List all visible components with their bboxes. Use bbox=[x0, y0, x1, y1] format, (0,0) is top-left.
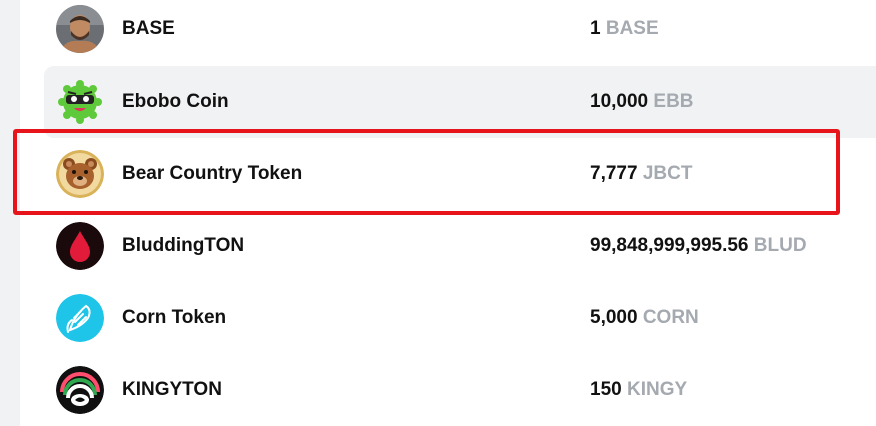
token-amount: 10,000 bbox=[590, 91, 649, 112]
token-amount: 1 bbox=[590, 18, 601, 39]
token-balance: 5,000 CORN bbox=[590, 282, 699, 354]
token-balance: 99,848,999,995.56 BLUD bbox=[590, 210, 807, 282]
token-balance: 150 KINGY bbox=[590, 354, 687, 426]
token-symbol: BASE bbox=[605, 18, 659, 39]
token-symbol: KINGY bbox=[626, 379, 688, 400]
corn-icon bbox=[56, 294, 104, 342]
token-amount: 99,848,999,995.56 bbox=[590, 235, 749, 256]
token-row-bluddington[interactable]: BluddingTON 99,848,999,995.56 BLUD bbox=[44, 210, 876, 282]
token-name: BluddingTON bbox=[122, 235, 245, 256]
token-symbol: EBB bbox=[653, 91, 694, 112]
token-row-base[interactable]: BASE 1 BASE bbox=[44, 0, 876, 65]
token-name: Ebobo Coin bbox=[122, 91, 229, 112]
token-amount: 7,777 bbox=[590, 163, 638, 184]
token-symbol: JBCT bbox=[642, 163, 693, 184]
kingy-icon bbox=[56, 366, 104, 414]
blood-drop-icon bbox=[56, 222, 104, 270]
token-amount: 5,000 bbox=[590, 307, 638, 328]
token-row-bear-country-token[interactable]: Bear Country Token 7,777 JBCT bbox=[44, 138, 876, 210]
token-name: Bear Country Token bbox=[122, 163, 303, 184]
token-symbol: BLUD bbox=[753, 235, 807, 256]
ebobo-coin-icon bbox=[56, 78, 104, 126]
token-name: BASE bbox=[122, 18, 175, 39]
token-name: KINGYTON bbox=[122, 379, 222, 400]
bear-icon bbox=[56, 150, 104, 198]
token-balance: 10,000 EBB bbox=[590, 66, 694, 138]
token-row-ebobo-coin[interactable]: Ebobo Coin 10,000 EBB bbox=[44, 66, 876, 138]
token-row-kingyton[interactable]: KINGYTON 150 KINGY bbox=[44, 354, 876, 426]
token-list: BASE 1 BASE Ebobo Coin 10,000 EBB Bear C… bbox=[20, 0, 876, 426]
token-name: Corn Token bbox=[122, 307, 227, 328]
base-avatar-icon bbox=[56, 5, 104, 53]
token-balance: 7,777 JBCT bbox=[590, 138, 692, 210]
token-balance: 1 BASE bbox=[590, 0, 659, 65]
token-symbol: CORN bbox=[642, 307, 699, 328]
token-row-corn-token[interactable]: Corn Token 5,000 CORN bbox=[44, 282, 876, 354]
token-amount: 150 bbox=[590, 379, 622, 400]
